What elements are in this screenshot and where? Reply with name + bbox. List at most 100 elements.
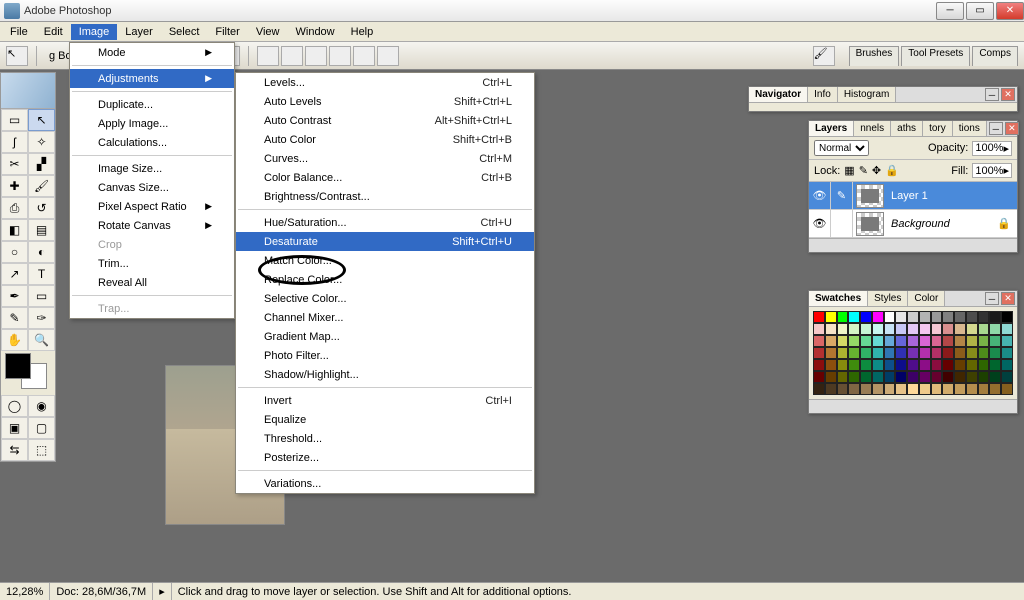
menu-item[interactable]: Hue/Saturation...Ctrl+U <box>236 213 534 232</box>
dodge-tool[interactable]: ◐ <box>28 241 55 263</box>
brush-preset-icon[interactable]: 🖌 <box>813 46 835 66</box>
notes-tool[interactable]: ✎ <box>1 307 28 329</box>
swatch[interactable] <box>942 335 954 347</box>
menu-item[interactable]: Apply Image... <box>70 114 234 133</box>
layer-row[interactable]: 👁 Background 🔒 <box>809 210 1017 238</box>
swatch[interactable] <box>895 371 907 383</box>
menu-item[interactable]: Auto LevelsShift+Ctrl+L <box>236 92 534 111</box>
panel-minimize-icon[interactable]: ─ <box>985 292 999 305</box>
swatch[interactable] <box>872 347 884 359</box>
swatch[interactable] <box>895 311 907 323</box>
link-icon[interactable]: ✎ <box>831 182 853 209</box>
swatch[interactable] <box>907 311 919 323</box>
swatch[interactable] <box>919 335 931 347</box>
swatch[interactable] <box>989 323 1001 335</box>
menu-item[interactable]: DesaturateShift+Ctrl+U <box>236 232 534 251</box>
palette-tab-brushes[interactable]: Brushes <box>849 46 900 66</box>
swatch[interactable] <box>895 323 907 335</box>
swatch[interactable] <box>989 311 1001 323</box>
swatch[interactable] <box>848 383 860 395</box>
stamp-tool[interactable]: ⎙ <box>1 197 28 219</box>
layer-thumbnail[interactable] <box>856 212 884 236</box>
type-tool[interactable]: T <box>28 263 55 285</box>
swatch[interactable] <box>848 347 860 359</box>
path-tool[interactable]: ↗ <box>1 263 28 285</box>
jump-icon[interactable]: ⇆ <box>1 439 28 461</box>
swatch[interactable] <box>884 383 896 395</box>
panel-minimize-icon[interactable]: ─ <box>985 88 999 101</box>
swatch[interactable] <box>825 347 837 359</box>
swatch[interactable] <box>825 371 837 383</box>
swatch[interactable] <box>813 347 825 359</box>
swatch[interactable] <box>989 347 1001 359</box>
menu-window[interactable]: Window <box>288 24 343 40</box>
lock-position-icon[interactable]: ✥ <box>872 164 881 177</box>
swatch[interactable] <box>895 359 907 371</box>
menu-item[interactable]: Photo Filter... <box>236 346 534 365</box>
swatch[interactable] <box>825 323 837 335</box>
menu-help[interactable]: Help <box>343 24 382 40</box>
swatch[interactable] <box>931 311 943 323</box>
panel-minimize-icon[interactable]: ─ <box>989 122 1003 135</box>
menu-item[interactable]: Threshold... <box>236 429 534 448</box>
swatch[interactable] <box>813 311 825 323</box>
swatch[interactable] <box>966 323 978 335</box>
lasso-tool[interactable]: ʃ <box>1 131 28 153</box>
swatch[interactable] <box>837 347 849 359</box>
swatch[interactable] <box>1001 359 1013 371</box>
brush-tool[interactable]: 🖌 <box>28 175 55 197</box>
menu-item[interactable]: Calculations... <box>70 133 234 152</box>
eyedropper-tool[interactable]: ✑ <box>28 307 55 329</box>
wand-tool[interactable]: ✧ <box>28 131 55 153</box>
layer-name[interactable]: Layer 1 <box>887 190 1017 202</box>
menu-item[interactable]: Channel Mixer... <box>236 308 534 327</box>
menu-item[interactable]: Auto ContrastAlt+Shift+Ctrl+L <box>236 111 534 130</box>
swatch[interactable] <box>989 371 1001 383</box>
menu-item[interactable]: Posterize... <box>236 448 534 467</box>
tab-navigator[interactable]: Navigator <box>749 87 808 102</box>
screen-mode-icon[interactable]: ▢ <box>28 417 55 439</box>
lock-transparency-icon[interactable]: ▦ <box>844 164 854 177</box>
opacity-field[interactable]: 100% ▸ <box>972 141 1012 156</box>
swatch[interactable] <box>825 311 837 323</box>
distribute-icon[interactable] <box>353 46 375 66</box>
swatch[interactable] <box>1001 347 1013 359</box>
palette-tab-tool-presets[interactable]: Tool Presets <box>901 46 970 66</box>
menu-item[interactable]: Adjustments▶ <box>70 69 234 88</box>
status-menu-arrow-icon[interactable]: ▸ <box>153 583 172 600</box>
menu-item[interactable]: Canvas Size... <box>70 178 234 197</box>
swatch[interactable] <box>942 311 954 323</box>
swatch[interactable] <box>837 383 849 395</box>
swatch[interactable] <box>989 383 1001 395</box>
swatch[interactable] <box>825 359 837 371</box>
lock-all-icon[interactable]: 🔒 <box>885 164 899 177</box>
swatch[interactable] <box>872 311 884 323</box>
swatch[interactable] <box>954 371 966 383</box>
quickmask-on-icon[interactable]: ◉ <box>28 395 55 417</box>
link-icon[interactable] <box>831 210 853 237</box>
menu-item[interactable]: Curves...Ctrl+M <box>236 149 534 168</box>
menu-item[interactable]: Brightness/Contrast... <box>236 187 534 206</box>
swatch[interactable] <box>848 359 860 371</box>
swatch[interactable] <box>919 347 931 359</box>
swatch[interactable] <box>860 347 872 359</box>
swatch[interactable] <box>884 371 896 383</box>
tab-paths[interactable]: aths <box>891 121 923 136</box>
swatch[interactable] <box>966 347 978 359</box>
swatch[interactable] <box>954 347 966 359</box>
distribute-icon[interactable] <box>281 46 303 66</box>
menu-item[interactable]: Mode▶ <box>70 43 234 62</box>
swatch[interactable] <box>978 335 990 347</box>
swatch[interactable] <box>860 323 872 335</box>
menu-item[interactable]: Variations... <box>236 474 534 493</box>
swatch[interactable] <box>872 359 884 371</box>
swatch[interactable] <box>907 347 919 359</box>
swatch[interactable] <box>919 323 931 335</box>
swatch[interactable] <box>895 335 907 347</box>
eraser-tool[interactable]: ◧ <box>1 219 28 241</box>
swatch[interactable] <box>884 311 896 323</box>
swatch[interactable] <box>813 371 825 383</box>
swatch[interactable] <box>966 371 978 383</box>
swatch[interactable] <box>942 383 954 395</box>
menu-edit[interactable]: Edit <box>36 24 71 40</box>
